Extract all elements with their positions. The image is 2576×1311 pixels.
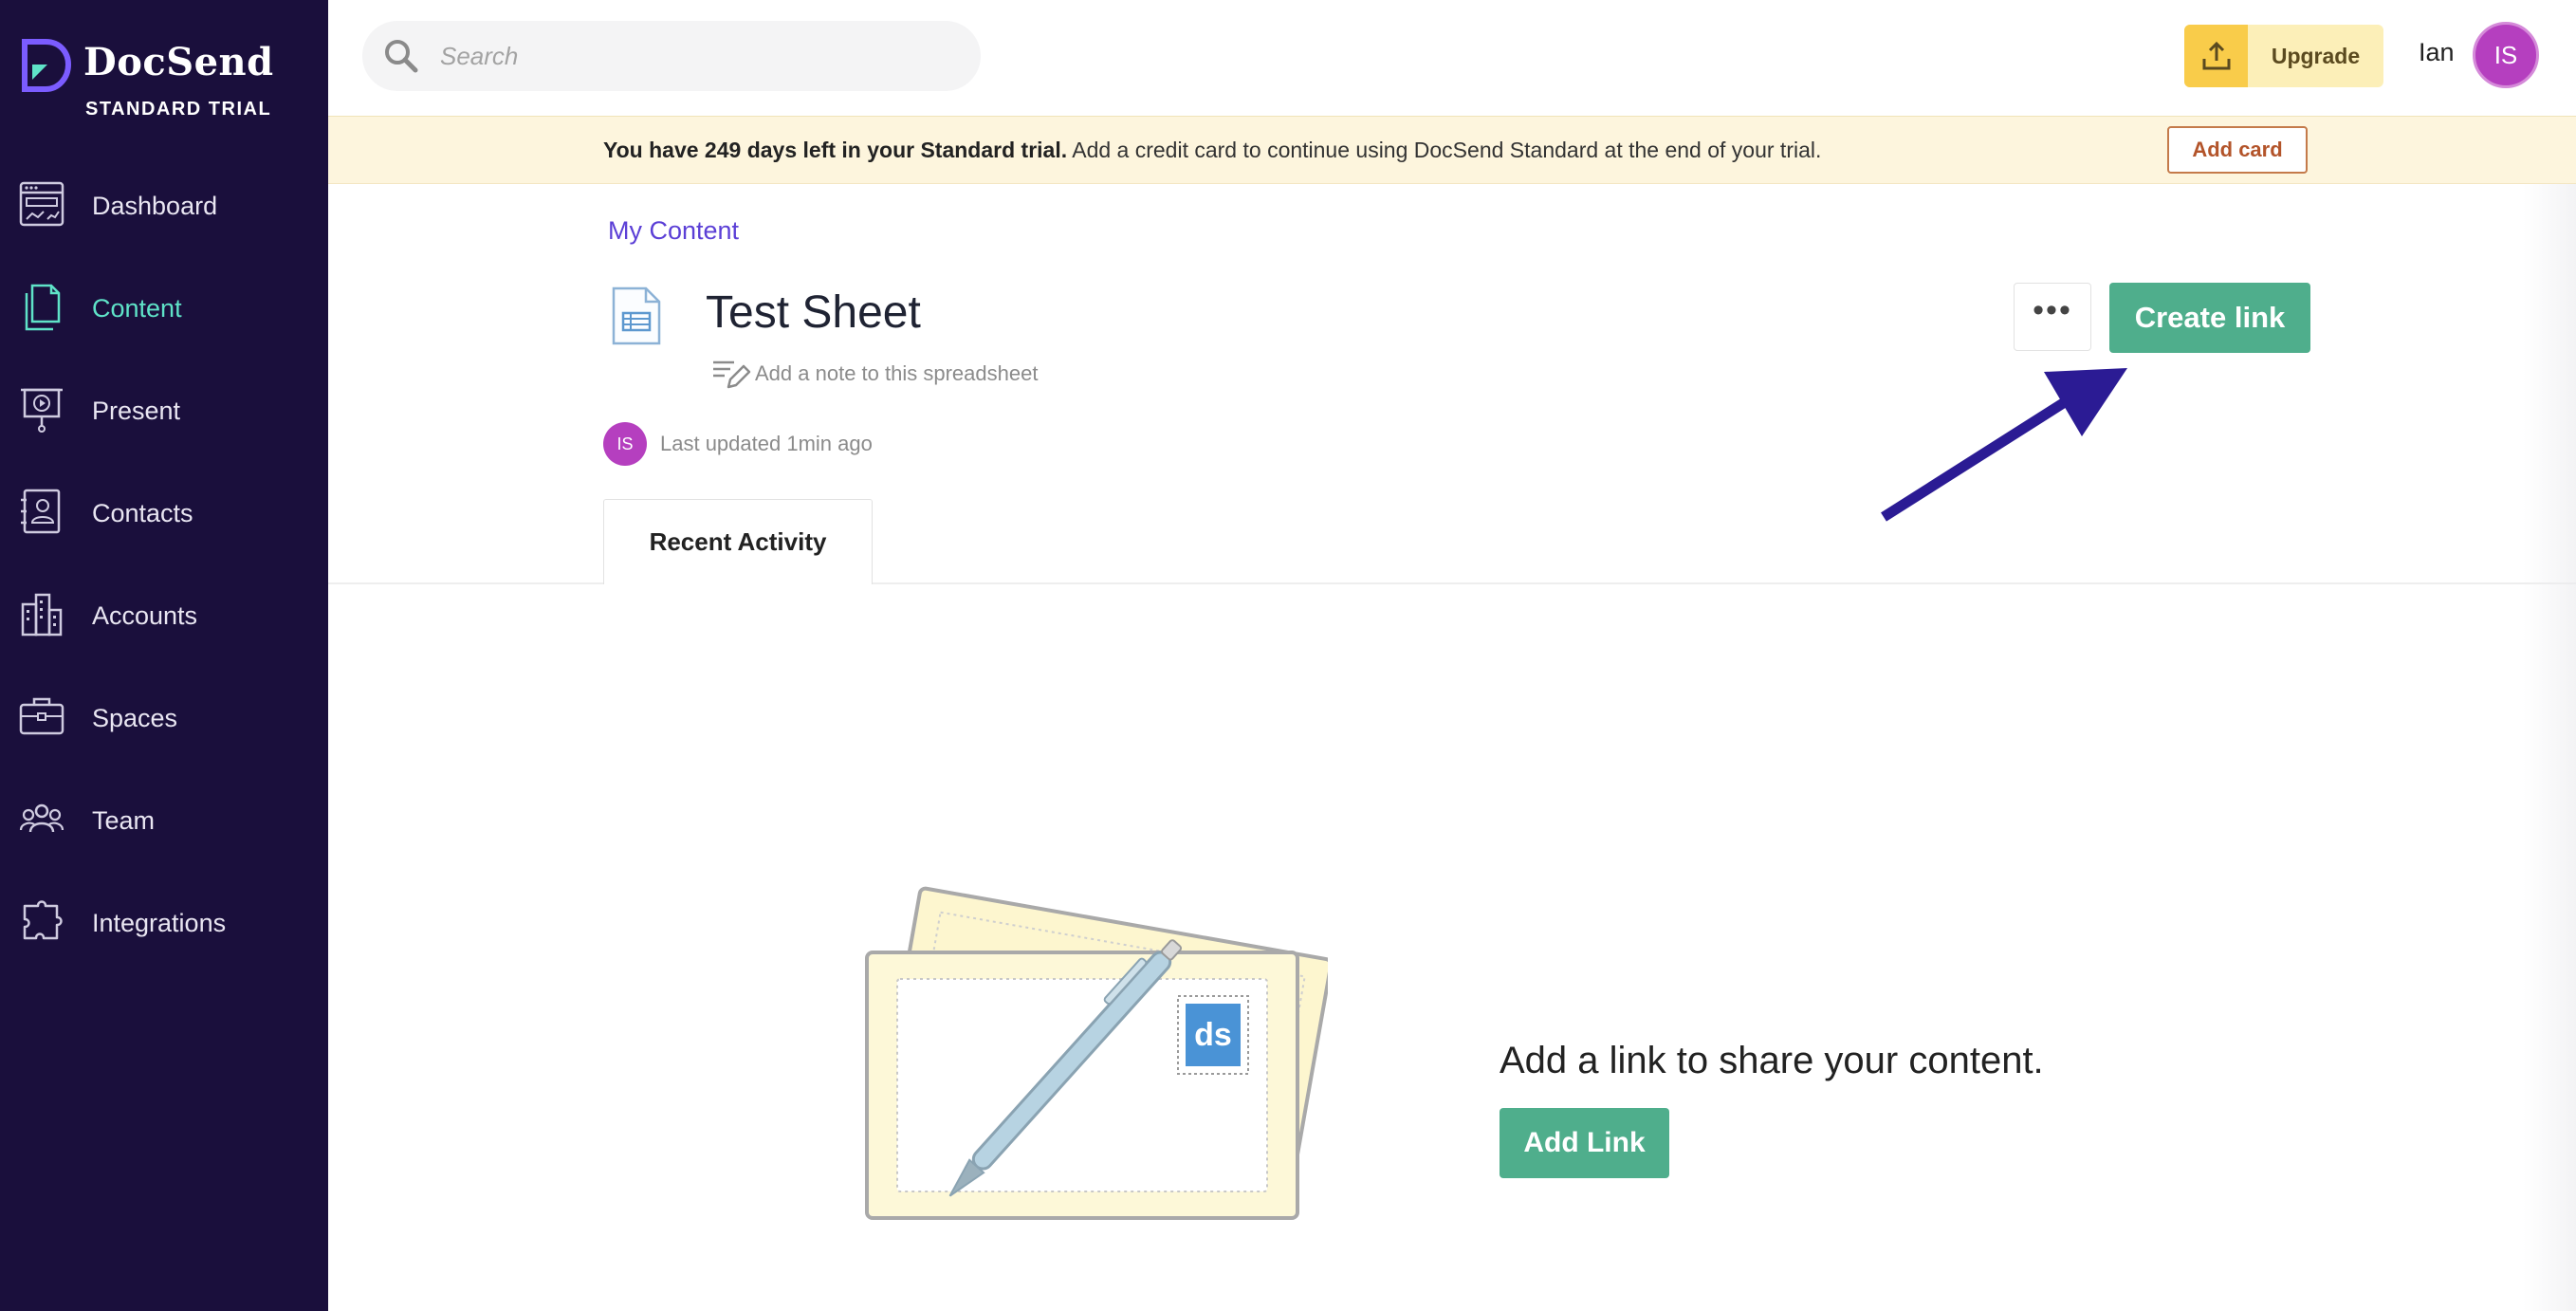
user-avatar[interactable]: IS — [2473, 22, 2539, 88]
sidebar-item-label: Present — [92, 396, 181, 425]
trial-banner-message: Add a credit card to continue using DocS… — [1067, 138, 1822, 162]
add-note-text: Add a note to this spreadsheet — [755, 361, 1039, 385]
upgrade-label: Upgrade — [2271, 43, 2361, 68]
spaces-icon — [19, 697, 64, 735]
team-icon — [19, 803, 64, 833]
add-card-button[interactable]: Add card — [2167, 126, 2308, 174]
present-icon — [21, 388, 63, 433]
sidebar-item-present[interactable]: Present — [0, 360, 328, 462]
last-updated-text: Last updated 1min ago — [660, 432, 873, 455]
contacts-icon — [21, 489, 61, 534]
trial-banner-text: You have 249 days left in your Standard … — [603, 138, 1821, 163]
integrations-icon — [23, 900, 63, 940]
more-options-button[interactable]: ••• — [2014, 283, 2091, 351]
docsend-logo-icon — [22, 39, 72, 92]
envelope-illustration-icon: ds — [865, 886, 1328, 1220]
sidebar-item-accounts[interactable]: Accounts — [0, 564, 328, 667]
accounts-icon — [21, 593, 63, 637]
sidebar-item-integrations[interactable]: Integrations — [0, 872, 328, 974]
sidebar-item-label: Content — [92, 293, 182, 323]
search-icon — [385, 40, 418, 73]
tab-recent-activity[interactable]: Recent Activity — [603, 499, 873, 584]
sidebar-item-label: Dashboard — [92, 191, 218, 220]
sidebar-item-label: Spaces — [92, 703, 178, 732]
search-input[interactable] — [440, 34, 952, 78]
sidebar-item-label: Integrations — [92, 908, 227, 937]
stamp-label: ds — [1194, 1017, 1232, 1053]
sidebar-item-team[interactable]: Team — [0, 769, 328, 872]
sidebar-item-label: Team — [92, 805, 156, 835]
empty-state-message: Add a link to share your content. — [1500, 1040, 2044, 1081]
add-link-button[interactable]: Add Link — [1500, 1108, 1669, 1178]
upgrade-button[interactable]: Upgrade — [2184, 25, 2383, 87]
sidebar-item-contacts[interactable]: Contacts — [0, 462, 328, 564]
sidebar-nav: Dashboard Content Present Contacts Accou… — [0, 155, 328, 974]
add-note[interactable]: Add a note to this spreadsheet — [711, 357, 1038, 391]
create-link-button[interactable]: Create link — [2109, 283, 2310, 353]
edit-note-icon — [713, 360, 751, 389]
sidebar-item-spaces[interactable]: Spaces — [0, 667, 328, 769]
updater-avatar: IS — [603, 422, 647, 466]
sidebar-item-content[interactable]: Content — [0, 257, 328, 360]
spreadsheet-icon — [612, 286, 661, 345]
content-icon — [25, 284, 61, 331]
sidebar-item-label: Contacts — [92, 498, 193, 527]
brand[interactable]: DocSend STANDARD TRIAL — [19, 36, 322, 131]
right-edge-shadow — [2523, 184, 2576, 1311]
brand-name: DocSend — [83, 40, 274, 84]
search-box[interactable] — [362, 21, 981, 91]
upload-icon — [2202, 41, 2230, 70]
sidebar-item-dashboard[interactable]: Dashboard — [0, 155, 328, 257]
breadcrumb-my-content[interactable]: My Content — [608, 216, 739, 246]
last-updated: IS Last updated 1min ago — [603, 422, 873, 466]
trial-banner: You have 249 days left in your Standard … — [328, 116, 2576, 184]
dashboard-icon — [19, 181, 64, 227]
plan-label: STANDARD TRIAL — [85, 99, 272, 120]
annotation-arrow-icon — [1881, 368, 2127, 522]
sidebar-item-label: Accounts — [92, 600, 198, 630]
upload-icon-box — [2184, 25, 2248, 87]
user-name[interactable]: Ian — [2419, 38, 2455, 67]
document-title: Test Sheet — [706, 287, 921, 338]
trial-days-left: You have 249 days left in your Standard … — [603, 138, 1068, 162]
sidebar: DocSend STANDARD TRIAL Dashboard Content — [0, 0, 328, 1311]
ellipsis-icon: ••• — [2033, 292, 2072, 328]
